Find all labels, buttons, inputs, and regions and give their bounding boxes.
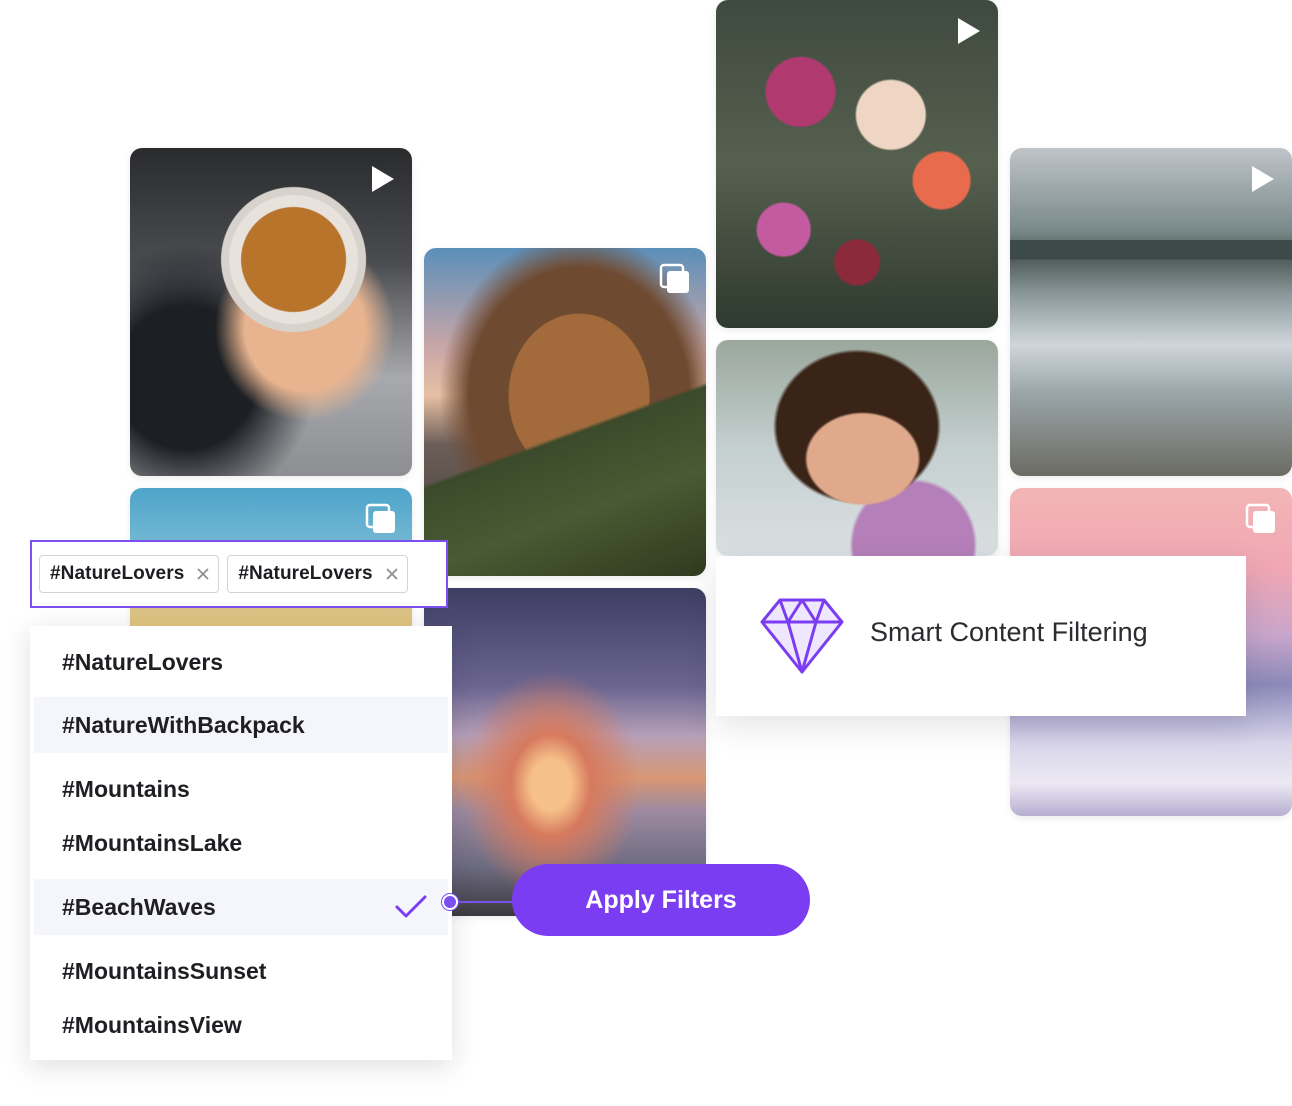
connector-dot	[442, 894, 458, 910]
tag-suggestions-dropdown: #NatureLovers #NatureWithBackpack #Mount…	[30, 626, 452, 1060]
dropdown-option[interactable]: #Mountains	[34, 761, 448, 817]
mountain-lake-photo[interactable]	[1010, 148, 1292, 476]
option-label: #MountainsLake	[62, 829, 243, 856]
tag-input[interactable]: #NatureLovers #NatureLovers	[30, 540, 448, 608]
tag-chip-label: #NatureLovers	[50, 563, 185, 584]
option-label: #BeachWaves	[62, 893, 216, 920]
play-icon	[1252, 166, 1274, 192]
dropdown-option[interactable]: #MountainsView	[34, 997, 448, 1053]
option-label: #NatureWithBackpack	[62, 711, 305, 738]
smiling-woman-photo[interactable]	[716, 340, 998, 556]
play-icon	[372, 166, 394, 192]
feature-title: Smart Content Filtering	[870, 617, 1148, 647]
option-label: #Mountains	[62, 775, 190, 802]
dropdown-option[interactable]: #NatureWithBackpack	[34, 697, 448, 753]
dropdown-option[interactable]: #MountainsLake	[34, 815, 448, 871]
dropdown-option[interactable]: #NatureLovers	[34, 634, 448, 690]
coffee-latte-photo[interactable]	[130, 148, 412, 476]
gallery-icon	[365, 503, 395, 533]
gallery-icon	[659, 263, 689, 293]
tag-chip-label: #NatureLovers	[238, 563, 373, 584]
option-label: #MountainsView	[62, 1011, 242, 1038]
feature-card: Smart Content Filtering	[716, 556, 1246, 716]
gallery-icon	[1245, 503, 1275, 533]
connector-line	[450, 901, 514, 903]
dropdown-option-selected[interactable]: #BeachWaves	[34, 879, 448, 935]
play-icon	[958, 18, 980, 44]
dropdown-option[interactable]: #MountainsSunset	[34, 943, 448, 999]
diamond-icon	[760, 598, 844, 674]
option-label: #MountainsSunset	[62, 957, 267, 984]
option-label: #NatureLovers	[62, 648, 224, 675]
close-icon[interactable]	[196, 567, 210, 581]
tag-chip: #NatureLovers	[39, 555, 220, 593]
flowers-photo[interactable]	[716, 0, 998, 328]
tag-chip: #NatureLovers	[227, 555, 408, 593]
apply-filters-button[interactable]: Apply Filters	[512, 864, 810, 936]
mountain-peak-photo[interactable]	[424, 248, 706, 576]
close-icon[interactable]	[385, 567, 399, 581]
checkmark-icon	[395, 895, 427, 918]
